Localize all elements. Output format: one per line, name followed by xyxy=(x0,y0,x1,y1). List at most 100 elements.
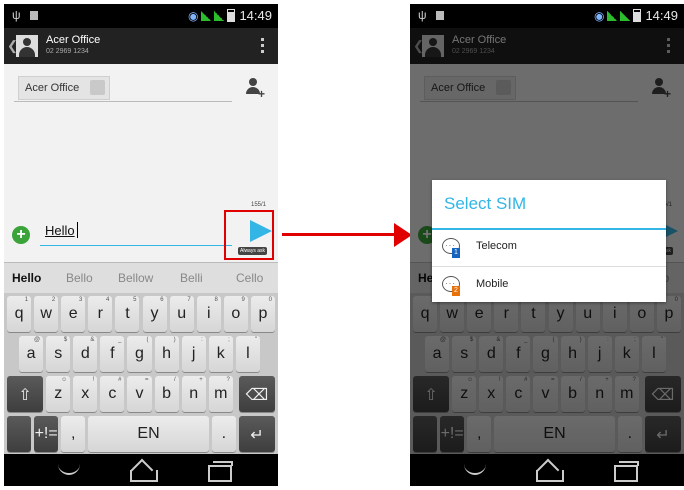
suggestion-1[interactable]: Hello xyxy=(12,271,41,285)
key-label: x xyxy=(81,385,90,402)
key-s[interactable]: s$ xyxy=(46,336,71,372)
key-z[interactable]: z☺ xyxy=(46,376,71,412)
key-label: +!= xyxy=(34,425,58,442)
suggestion-4[interactable]: Belli xyxy=(180,271,203,285)
key-g[interactable]: g( xyxy=(127,336,152,372)
nav-home-icon[interactable] xyxy=(130,470,158,482)
key-y[interactable]: y6 xyxy=(142,296,167,332)
contact-name: Acer Office xyxy=(46,34,101,46)
key-r[interactable]: r4 xyxy=(88,296,113,332)
key-i[interactable]: i8 xyxy=(196,296,221,332)
key-secondary-label: ! xyxy=(92,377,95,383)
signal-icon xyxy=(201,11,212,21)
status-bar: ψ ◉ 14:49 xyxy=(410,4,684,28)
nav-back-icon[interactable] xyxy=(464,462,486,475)
signal-icon-2 xyxy=(620,11,631,21)
key-secondary-label: 2 xyxy=(51,297,56,303)
recipient-chip-label: Acer Office xyxy=(25,82,80,94)
nav-home-icon[interactable] xyxy=(536,470,564,482)
key-secondary-label: 8 xyxy=(214,297,218,303)
suggestion-5[interactable]: Cello xyxy=(236,271,263,285)
key-secondary-label: ☺ xyxy=(61,377,68,383)
signal-icon-2 xyxy=(214,11,225,21)
enter-key[interactable]: ↵ xyxy=(238,416,275,452)
nav-back-icon[interactable] xyxy=(58,462,80,475)
key-n[interactable]: n+ xyxy=(181,376,206,412)
key-label: ⇧ xyxy=(18,387,32,404)
key-u[interactable]: u7 xyxy=(169,296,194,332)
key-label: o xyxy=(231,305,241,322)
key-o[interactable]: o9 xyxy=(223,296,248,332)
key-c[interactable]: c# xyxy=(100,376,125,412)
key-a[interactable]: a@ xyxy=(19,336,44,372)
key-m[interactable]: m? xyxy=(208,376,233,412)
overflow-menu-icon[interactable] xyxy=(261,38,264,56)
key-label: c xyxy=(108,385,117,402)
sim-option-telecom[interactable]: ··· 1 Telecom xyxy=(432,230,666,267)
navigation-bar xyxy=(410,454,684,486)
key-secondary-label: + xyxy=(199,377,203,383)
nav-recents-icon[interactable] xyxy=(208,461,233,482)
key-k[interactable]: k; xyxy=(208,336,233,372)
send-icon[interactable] xyxy=(250,220,272,242)
suggestion-3[interactable]: Bellow xyxy=(118,271,153,285)
key-h[interactable]: h) xyxy=(154,336,179,372)
swype-logo-key[interactable] xyxy=(7,416,32,452)
key-x[interactable]: x! xyxy=(73,376,98,412)
key-secondary-label: : xyxy=(201,337,203,343)
sim-1-badge: 1 xyxy=(452,248,460,258)
key-l[interactable]: l" xyxy=(235,336,260,372)
key-label: v xyxy=(135,385,144,402)
key-b[interactable]: b/ xyxy=(154,376,179,412)
recipient-chip[interactable]: Acer Office xyxy=(18,76,111,100)
contact-number: 02 2969 1234 xyxy=(46,48,89,55)
key-label: z xyxy=(54,385,63,402)
add-contact-icon[interactable]: + xyxy=(244,78,266,101)
keyboard: q1w2e3r4t5y6u7i8o9p0a@s$d&f_g(h)j:k;l"⇧z… xyxy=(4,293,278,454)
key-e[interactable]: e3 xyxy=(61,296,86,332)
key-secondary-label: 1 xyxy=(24,297,29,303)
delete-key[interactable]: ⌫ xyxy=(238,376,275,412)
text-cursor xyxy=(77,222,78,238)
key-label: j xyxy=(191,345,196,362)
sim-option-mobile[interactable]: ··· 2 Mobile xyxy=(432,268,666,304)
key-label: ↵ xyxy=(250,427,264,444)
key-p[interactable]: p0 xyxy=(250,296,275,332)
action-bar: ❮ Acer Office 02 2969 1234 xyxy=(4,28,278,64)
key-label: . xyxy=(221,425,227,442)
suggestion-2[interactable]: Bello xyxy=(66,271,93,285)
key-f[interactable]: f_ xyxy=(100,336,125,372)
nav-recents-icon[interactable] xyxy=(614,461,639,482)
key-label: q xyxy=(14,305,24,322)
status-right: ◉ 14:49 xyxy=(188,8,272,23)
key-t[interactable]: t5 xyxy=(115,296,140,332)
sim-option-label: Telecom xyxy=(476,240,517,252)
key-label: m xyxy=(214,385,228,402)
space-key[interactable]: EN xyxy=(88,416,209,452)
message-input[interactable]: Hello xyxy=(45,223,75,238)
key-label: i xyxy=(206,305,211,322)
key-label: EN xyxy=(137,425,160,442)
attach-plus-icon[interactable]: + xyxy=(12,226,30,244)
period-key[interactable]: . xyxy=(211,416,236,452)
key-w[interactable]: w2 xyxy=(34,296,59,332)
key-label: w xyxy=(40,305,52,322)
key-d[interactable]: d& xyxy=(73,336,98,372)
status-time: 14:49 xyxy=(645,8,678,23)
key-secondary-label: # xyxy=(118,377,122,383)
key-label: r xyxy=(97,305,103,322)
key-label: s xyxy=(54,345,63,362)
key-secondary-label: _ xyxy=(118,337,122,343)
key-j[interactable]: j: xyxy=(181,336,206,372)
key-label: ⌫ xyxy=(245,387,269,404)
key-secondary-label: " xyxy=(254,337,257,343)
key-q[interactable]: q1 xyxy=(7,296,32,332)
key-secondary-label: 5 xyxy=(133,297,137,303)
phone-screen-select-sim: ψ ◉14:49 ❮ Acer Office 02 2969 1234 Acer… xyxy=(410,4,684,486)
comma-key[interactable]: , xyxy=(61,416,86,452)
sim-2-badge: 2 xyxy=(452,286,460,296)
contact-avatar[interactable] xyxy=(16,35,38,57)
shift-key[interactable]: ⇧ xyxy=(7,376,44,412)
symbols-key[interactable]: +!= xyxy=(34,416,59,452)
key-v[interactable]: v= xyxy=(127,376,152,412)
